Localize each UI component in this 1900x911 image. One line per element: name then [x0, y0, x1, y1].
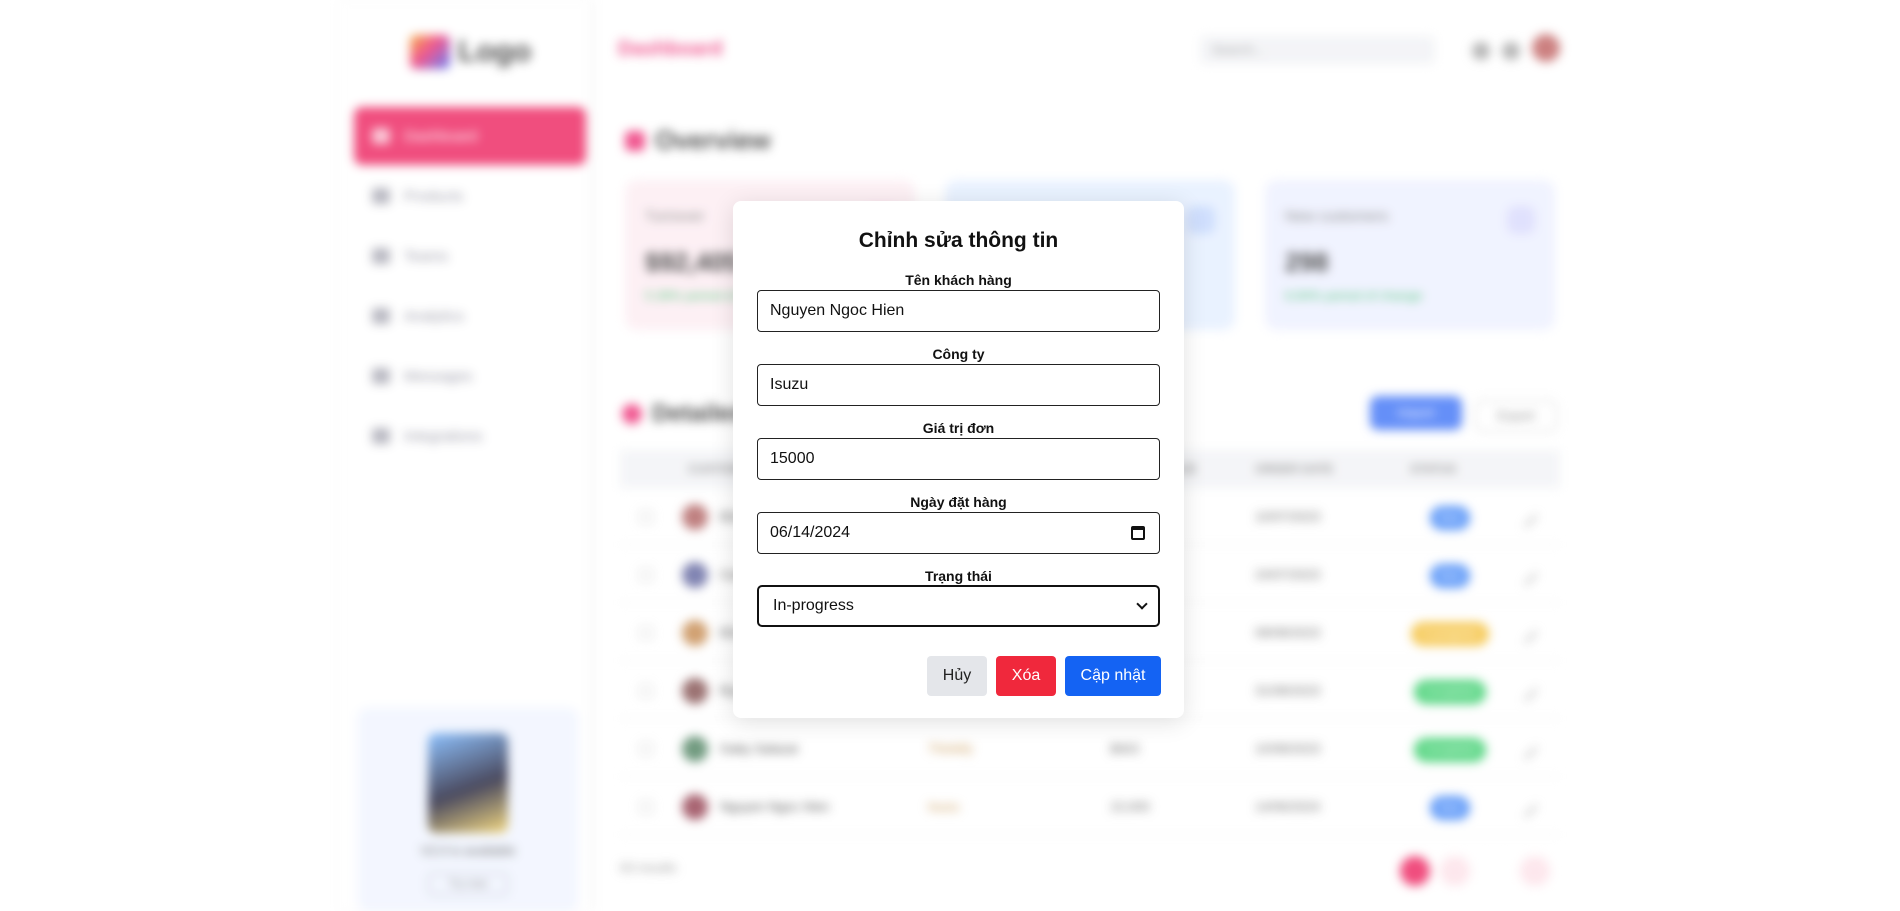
customer-name-label: Tên khách hàng — [905, 272, 1012, 288]
update-button[interactable]: Cập nhật — [1065, 656, 1161, 696]
status-select[interactable]: In-progress — [757, 585, 1160, 627]
edit-customer-modal: Chỉnh sửa thông tin Tên khách hàng Nguye… — [733, 201, 1184, 718]
company-input[interactable]: Isuzu — [757, 364, 1160, 406]
customer-name-input[interactable]: Nguyen Ngoc Hien — [757, 290, 1160, 332]
status-label: Trạng thái — [925, 568, 992, 584]
calendar-icon[interactable] — [1131, 526, 1145, 540]
chevron-down-icon — [1136, 597, 1148, 610]
order-value-label: Giá trị đơn — [922, 420, 995, 436]
cancel-button[interactable]: Hủy — [927, 656, 987, 696]
order-date-label: Ngày đặt hàng — [910, 494, 1007, 510]
order-date-value: 06/14/2024 — [770, 524, 851, 541]
delete-button[interactable]: Xóa — [996, 656, 1056, 696]
modal-title: Chỉnh sửa thông tin — [858, 229, 1059, 252]
status-select-value: In-progress — [773, 597, 854, 614]
company-label: Công ty — [932, 346, 985, 362]
order-date-input[interactable]: 06/14/2024 — [757, 512, 1160, 554]
order-value-input[interactable]: 15000 — [757, 438, 1160, 480]
